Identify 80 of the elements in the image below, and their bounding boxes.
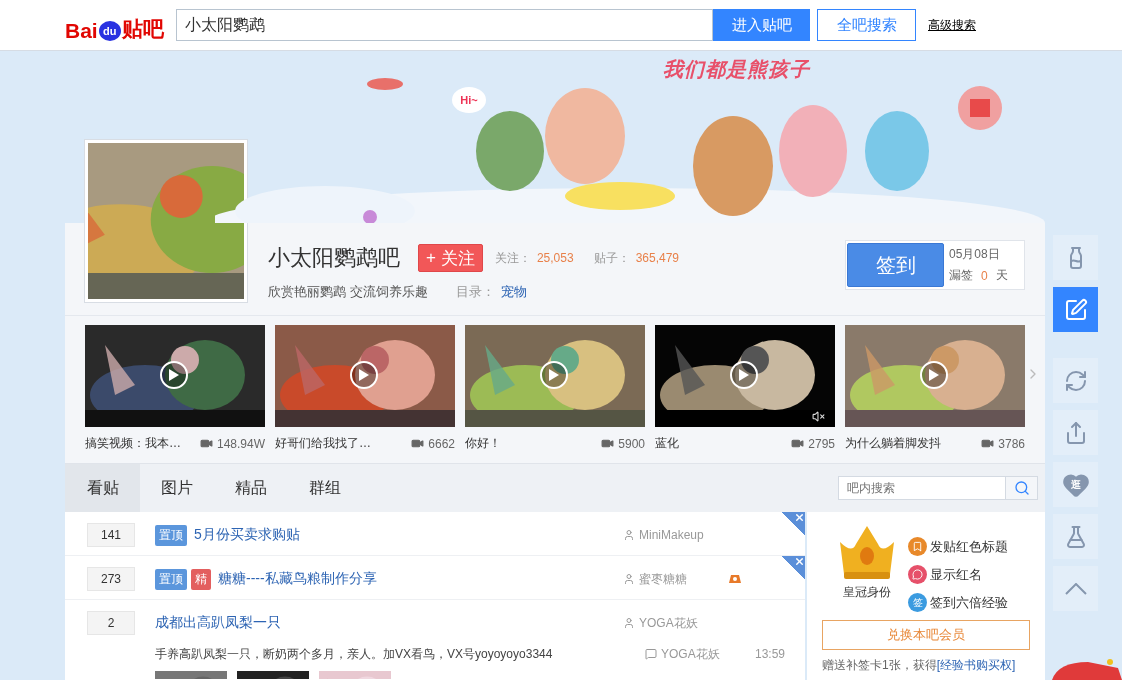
reply-time: 13:59 <box>754 647 785 661</box>
reply-count: 2 <box>87 611 135 635</box>
missed-count: 0 <box>981 268 988 283</box>
perk-label: 显示红名 <box>930 565 982 584</box>
video-icon <box>411 437 425 450</box>
search-button[interactable] <box>1006 476 1038 500</box>
thread-title[interactable]: 成都出高趴凤梨一只 <box>155 614 281 632</box>
exp-book-link[interactable]: [经验书购买权] <box>936 658 1016 672</box>
sidebar-tool-button[interactable] <box>1053 514 1098 559</box>
sidebar-tool-button[interactable] <box>1053 358 1098 403</box>
thread-abstract: 手养高趴凤梨一只，断奶两个多月，亲人。加VX看鸟，VX号yoyoyoyo3344 <box>155 645 553 663</box>
sign-icon: 签 <box>908 593 927 612</box>
search-all-button[interactable]: 全吧搜索 <box>817 9 916 41</box>
baidu-tieba-logo[interactable]: Bai du 贴吧 <box>65 7 176 43</box>
sidebar-tool-button[interactable] <box>1053 235 1098 280</box>
video-icon <box>601 437 615 450</box>
view-count: 6662 <box>411 436 455 451</box>
back-to-top-icon <box>1064 582 1087 595</box>
perk-label: 签到六倍经验 <box>930 593 1008 612</box>
user-icon <box>623 573 635 585</box>
play-icon <box>920 361 948 389</box>
sidebar-tool-button[interactable] <box>1053 410 1098 455</box>
search-icon <box>1013 480 1030 496</box>
tab[interactable]: 图片 <box>140 464 214 512</box>
view-count: 148.94W <box>199 436 265 451</box>
tab[interactable]: 群组 <box>288 464 362 512</box>
forum-motto: 欣赏艳丽鹦鹉 交流饲养乐趣 <box>268 283 428 301</box>
advanced-search-link[interactable]: 高级搜索 <box>928 16 976 34</box>
play-icon <box>160 361 188 389</box>
video-icon <box>199 437 213 450</box>
membership-note: 赠送补签卡1张，获得[经验书购买权] <box>822 657 1017 674</box>
refresh-icon <box>1063 368 1088 393</box>
view-count: 3786 <box>981 436 1025 451</box>
sign-in-button[interactable]: 签到 <box>847 243 944 287</box>
reply-count: 141 <box>87 523 135 547</box>
sign-in-date: 05月08日 <box>949 246 1001 263</box>
category-link[interactable]: 宠物 <box>500 283 527 301</box>
user-icon <box>623 617 635 629</box>
missed-label: 漏签 <box>949 267 973 284</box>
followers-label: 关注： <box>494 249 531 267</box>
enter-forum-button[interactable]: 进入贴吧 <box>713 9 810 41</box>
follow-button[interactable]: + 关注 <box>418 244 483 272</box>
speech-bubble: Hi~ <box>452 87 486 113</box>
video-icon <box>791 437 805 450</box>
play-icon <box>730 361 758 389</box>
comment-icon <box>645 648 657 660</box>
view-count: 2795 <box>791 436 835 451</box>
thread-tag: 置顶 <box>155 568 187 590</box>
crown-label: 皇冠身份 <box>843 584 891 601</box>
edit-icon <box>1063 297 1088 322</box>
thread-title[interactable]: 糖糖----私藏鸟粮制作分享 <box>218 570 377 588</box>
posts-label: 贴子： <box>593 249 630 267</box>
search-field[interactable]: 小太阳鹦鹉 <box>176 9 713 41</box>
reply-count: 273 <box>87 567 135 591</box>
posts-count: 365,479 <box>635 251 680 265</box>
perk-label: 发贴红色标题 <box>930 537 1008 556</box>
missed-unit: 天 <box>995 267 1008 284</box>
sidebar-tool-button[interactable] <box>1053 566 1098 611</box>
video-icon <box>981 437 995 450</box>
user-icon <box>623 529 635 541</box>
thread-tag: 置顶 <box>155 524 187 546</box>
thread-tag: 精 <box>191 568 211 590</box>
video-title[interactable]: 搞笑视频：我本… <box>85 435 181 452</box>
category-label: 目录： <box>455 283 495 301</box>
video-title[interactable]: 好哥们给我找了… <box>275 435 371 452</box>
video-title[interactable]: 你好！ <box>465 435 501 452</box>
sidebar-tool-button[interactable] <box>1053 287 1098 332</box>
followers-count: 25,053 <box>536 251 574 265</box>
view-count: 5900 <box>601 436 645 451</box>
forum-name: 小太阳鹦鹉吧 <box>268 244 400 272</box>
video-title[interactable]: 蓝化 <box>655 435 679 452</box>
video-title[interactable]: 为什么躺着脚发抖 <box>845 435 941 452</box>
forum-search-field[interactable]: 吧内搜索 <box>838 476 1006 500</box>
tab[interactable]: 精品 <box>214 464 288 512</box>
banner-slogan: 我们都是熊孩子 <box>663 57 810 82</box>
heart-label: 逛 <box>1070 477 1081 492</box>
tab[interactable]: 看贴 <box>65 464 140 512</box>
play-icon <box>540 361 568 389</box>
thread-title[interactable]: 5月份买卖求购贴 <box>194 526 300 544</box>
play-icon <box>350 361 378 389</box>
